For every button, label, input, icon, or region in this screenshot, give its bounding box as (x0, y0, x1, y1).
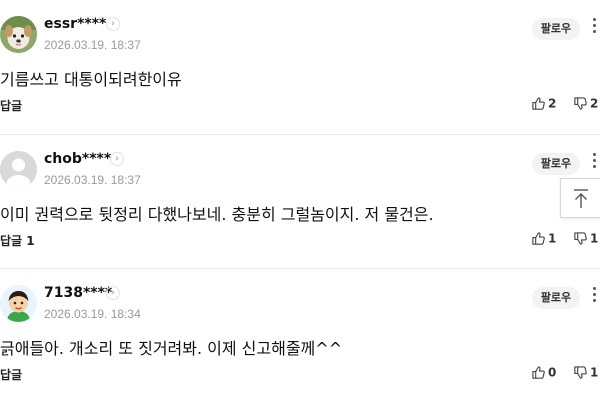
like-button[interactable]: 2 (531, 96, 556, 114)
scroll-top-button[interactable] (560, 178, 600, 218)
dislike-count: 1 (590, 365, 599, 380)
more-vertical-icon[interactable] (589, 16, 599, 36)
avatar[interactable] (0, 151, 37, 188)
chevron-right-icon[interactable]: › (106, 286, 120, 300)
username[interactable]: essr**** (44, 16, 106, 32)
thumbs-down-icon (574, 366, 587, 379)
dislike-button[interactable]: 2 (573, 96, 598, 114)
chevron-right-icon[interactable]: › (106, 17, 120, 31)
reply-button[interactable]: 답글 1 (0, 232, 35, 249)
username[interactable]: chob**** (44, 151, 111, 167)
cartoon-avatar-image (0, 285, 37, 322)
dislike-count: 2 (590, 96, 599, 111)
reply-button[interactable]: 답글 (0, 366, 22, 383)
comment-date: 2026.03.19. 18:37 (44, 38, 141, 52)
arrow-up-icon (573, 189, 588, 208)
more-vertical-icon[interactable] (589, 151, 599, 171)
comment-date: 2026.03.19. 18:37 (44, 173, 141, 187)
like-button[interactable]: 0 (531, 365, 556, 383)
thumbs-up-icon (532, 366, 545, 379)
follow-button[interactable]: 팔로우 (532, 287, 580, 309)
more-vertical-icon[interactable] (589, 285, 599, 305)
follow-button[interactable]: 팔로우 (532, 153, 580, 175)
like-button[interactable]: 1 (531, 231, 556, 249)
comment-item: essr**** › 2026.03.19. 18:37 팔로우 기름쓰고 대통… (0, 0, 600, 134)
dislike-button[interactable]: 1 (573, 231, 598, 249)
comment-text: 긁애들아. 개소리 또 짓거려봐. 이제 신고해줄께^^ (0, 339, 343, 358)
thumbs-up-icon (532, 232, 545, 245)
reply-button[interactable]: 답글 (0, 97, 22, 114)
thumbs-down-icon (574, 97, 587, 110)
default-person-icon (0, 151, 37, 188)
comment-text: 기름쓰고 대통이되려한이유 (0, 70, 182, 89)
avatar[interactable] (0, 285, 37, 322)
like-count: 2 (548, 96, 557, 111)
thumbs-down-icon (574, 232, 587, 245)
dislike-count: 1 (590, 231, 599, 246)
dog-avatar-image (0, 16, 37, 53)
like-count: 1 (548, 231, 557, 246)
comment-text: 이미 권력으로 뒷정리 다했나보네. 충분히 그럴놈이지. 저 물건은. (0, 205, 434, 224)
avatar[interactable] (0, 16, 37, 53)
comment-date: 2026.03.19. 18:34 (44, 307, 141, 321)
comment-item: 7138**** › 2026.03.19. 18:34 팔로우 긁애들아. 개… (0, 269, 600, 400)
like-count: 0 (548, 365, 557, 380)
comment-item: chob**** › 2026.03.19. 18:37 팔로우 이미 권력으로… (0, 135, 600, 268)
username[interactable]: 7138**** (44, 285, 112, 301)
thumbs-up-icon (532, 97, 545, 110)
dislike-button[interactable]: 1 (573, 365, 598, 383)
chevron-right-icon[interactable]: › (110, 152, 124, 166)
follow-button[interactable]: 팔로우 (532, 18, 580, 40)
